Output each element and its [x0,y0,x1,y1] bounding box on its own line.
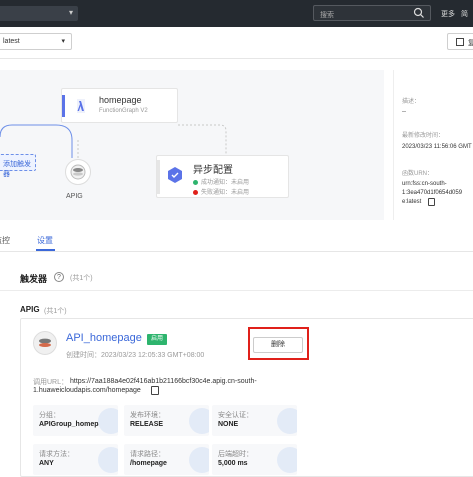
apig-group-count: (共1个) [44,308,67,315]
copy-function-button[interactable]: 复 [447,33,473,50]
apig-icon [70,164,86,180]
info-label: 发布环境： [130,412,165,419]
modified-time-label: 最新修改时间： [402,133,445,139]
top-link-more[interactable]: 更多 [441,9,455,19]
modified-time-value: 2023/03/23 11:56:06 GMT [402,144,472,150]
urn-value-line3: e:latest [402,199,422,205]
description-value: -- [402,109,406,115]
info-label: 分组： [39,412,60,419]
urn-value-line1: urn:fss:cn-south- [402,181,447,187]
info-label: 后端超时： [218,451,253,458]
global-search-input[interactable]: 搜索 [313,5,431,21]
decorative-circle-icon [189,447,209,473]
success-notify-status: 成功通知：未启用 [193,177,249,186]
add-trigger-label: 添加触发器 [3,161,31,178]
info-value: ANY [39,460,54,467]
copy-function-label: 复 [468,40,473,47]
failure-notify-status: 失败通知：未启用 [193,187,249,196]
decorative-circle-icon [98,447,118,473]
info-environment: 发布环境： RELEASE [124,405,209,436]
function-info-panel: 描述： -- 最新修改时间： 2023/03/23 11:56:06 GMT 函… [393,70,473,220]
info-auth: 安全认证： NONE [212,405,297,436]
add-trigger-button[interactable]: 添加触发器 [0,154,36,178]
version-select[interactable]: latest ▾ [0,33,72,50]
info-value: RELEASE [130,421,164,428]
failure-dot-icon [193,189,198,195]
status-badge: 启用 [147,334,168,345]
invoke-url-label: 调用URL： [33,379,69,386]
active-tab-indicator [36,249,55,251]
apig-icon [33,331,57,355]
triggers-title: 触发器 [20,274,48,284]
apig-node-label: APIG [66,193,83,200]
region-select[interactable]: ▾ [0,6,78,21]
function-tabs: 监控 设置 [0,230,473,252]
async-node-accent [157,160,160,194]
info-label: 安全认证： [218,412,253,419]
failure-notify-text: 失败通知：未启用 [201,190,250,196]
function-toolbar: latest ▾ 复 [0,27,473,59]
info-method: 请求方法： ANY [33,444,118,475]
function-node[interactable]: homepage FunctionGraph V2 [61,88,178,123]
api-created-time: 创建时间：2023/03/23 12:05:33 GMT+08:00 [66,352,205,359]
info-value: NONE [218,421,239,428]
copy-icon [456,38,464,46]
highlight-annotation-box [248,327,309,360]
async-config-icon [168,167,182,183]
info-label: 请求路径： [130,451,165,458]
success-notify-text: 成功通知：未启用 [201,180,250,186]
function-node-accent [62,95,65,117]
decorative-circle-icon [277,408,297,434]
urn-label: 函数URN： [402,171,433,177]
decorative-circle-icon [277,447,297,473]
tab-monitoring[interactable]: 监控 [0,235,10,246]
function-runtime: FunctionGraph V2 [99,108,148,114]
search-placeholder: 搜索 [320,12,334,19]
invoke-url-value-line2: 1.huaweicloudapis.com/homepage [33,387,141,394]
top-link-language[interactable]: 简 [461,9,468,19]
triggers-count: (共1个) [70,275,93,282]
copy-icon[interactable] [428,198,435,206]
help-icon[interactable]: ? [54,272,64,282]
async-config-node[interactable]: 异步配置 成功通知：未启用 失败通知：未启用 [156,155,289,198]
description-label: 描述： [402,99,421,105]
info-label: 请求方法： [39,451,74,458]
api-name-link[interactable]: API_homepage [66,332,142,344]
apig-trigger-node[interactable] [65,159,91,185]
divider [0,290,473,291]
copy-url-icon[interactable] [151,386,159,395]
decorative-circle-icon [98,408,118,434]
tab-settings[interactable]: 设置 [37,235,53,246]
invoke-url-value-line1: https://7aa188a4e02f416ab1b21166bcf30c4e… [70,378,257,385]
search-icon[interactable] [413,7,425,19]
version-select-value: latest [3,38,20,45]
success-dot-icon [193,179,198,185]
function-lambda-icon [77,99,85,113]
async-config-title: 异步配置 [193,165,233,176]
chevron-down-icon: ▾ [68,8,73,17]
info-value: 5,000 ms [218,460,248,467]
urn-value-line2: 1:3ea470d1f0654d059 [402,190,463,196]
info-group: 分组： APIGroup_homepage [33,405,118,436]
chevron-down-icon: ▾ [61,38,65,45]
info-value: /homepage [130,460,167,467]
apig-group-title: APIG [20,305,40,314]
info-timeout: 后端超时： 5,000 ms [212,444,297,475]
decorative-circle-icon [189,408,209,434]
function-name: homepage [99,95,142,105]
info-path: 请求路径： /homepage [124,444,209,475]
top-navbar: ▾ 搜索 更多 简 [0,0,473,27]
